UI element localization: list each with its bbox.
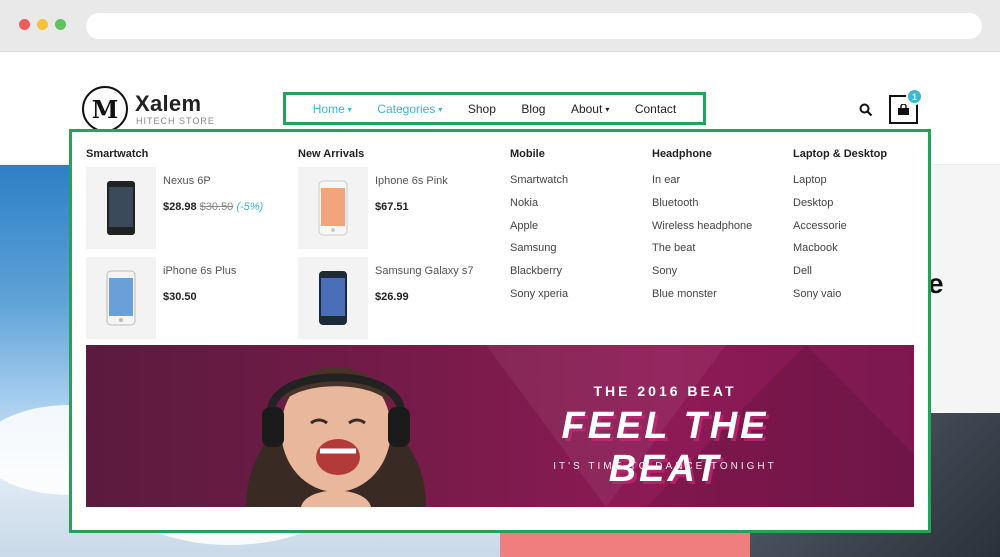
- minimize-window-icon[interactable]: [37, 19, 48, 30]
- nav-home[interactable]: Home ▾: [313, 102, 352, 116]
- nav-contact[interactable]: Contact: [635, 102, 676, 116]
- chevron-down-icon: ▾: [438, 104, 443, 114]
- address-bar[interactable]: [86, 13, 982, 39]
- cart-count-badge: 1: [906, 88, 923, 105]
- product-price: $26.99: [375, 291, 409, 303]
- column-title-headphone: Headphone: [652, 148, 712, 160]
- product-price: $28.98 $30.50 (-5%): [163, 201, 264, 213]
- nav-about[interactable]: About ▾: [571, 102, 609, 116]
- phone-icon: [319, 271, 347, 325]
- menu-link[interactable]: Samsung: [510, 240, 568, 263]
- search-icon[interactable]: [859, 103, 873, 117]
- laptop-link-list: Laptop Desktop Accessorie Macbook Dell S…: [793, 172, 847, 309]
- promo-banner[interactable]: THE 2016 BEAT FEEL THE BEAT IT'S TIME TO…: [86, 345, 914, 507]
- logo-icon[interactable]: M: [82, 86, 128, 132]
- phone-icon: [107, 181, 135, 235]
- logo-tagline: HITECH STORE: [136, 116, 215, 126]
- menu-link[interactable]: Blue monster: [652, 286, 752, 309]
- column-title-new-arrivals: New Arrivals: [298, 148, 365, 160]
- mega-menu: Smartwatch Nexus 6P $28.98 $30.50 (-5%) iP…: [69, 129, 931, 533]
- product-image-galaxy[interactable]: [298, 257, 368, 339]
- maximize-window-icon[interactable]: [55, 19, 66, 30]
- column-title-smartwatch: Smartwatch: [86, 148, 149, 160]
- menu-link[interactable]: Desktop: [793, 195, 847, 218]
- menu-link[interactable]: Wireless headphone: [652, 218, 752, 241]
- phone-icon: [318, 180, 348, 236]
- product-price: $67.51: [375, 201, 409, 213]
- close-window-icon[interactable]: [19, 19, 30, 30]
- banner-headline: FEEL THE BEAT: [561, 405, 769, 490]
- banner-person-image: [246, 367, 426, 507]
- mobile-link-list: Smartwatch Nokia Apple Samsung Blackberr…: [510, 172, 568, 309]
- menu-link[interactable]: Accessorie: [793, 218, 847, 241]
- menu-link[interactable]: Dell: [793, 263, 847, 286]
- shopping-bag-icon: [898, 103, 909, 115]
- nav-categories[interactable]: Categories ▾: [377, 102, 442, 116]
- product-name[interactable]: Iphone 6s Pink: [375, 175, 448, 187]
- menu-link[interactable]: Blackberry: [510, 263, 568, 286]
- product-name[interactable]: iPhone 6s Plus: [163, 265, 236, 277]
- nav-blog[interactable]: Blog: [521, 102, 545, 116]
- menu-link[interactable]: Sony vaio: [793, 286, 847, 309]
- menu-link[interactable]: Apple: [510, 218, 568, 241]
- product-name[interactable]: Samsung Galaxy s7: [375, 265, 473, 277]
- banner-tagline: IT'S TIME TO DANCE TONIGHT: [553, 461, 777, 472]
- column-title-mobile: Mobile: [510, 148, 545, 160]
- phone-icon: [106, 270, 136, 326]
- product-price: $30.50: [163, 291, 197, 303]
- menu-link[interactable]: Nokia: [510, 195, 568, 218]
- banner-subtitle: THE 2016 BEAT: [593, 383, 737, 399]
- logo-name[interactable]: Xalem: [135, 91, 201, 117]
- menu-link[interactable]: Laptop: [793, 172, 847, 195]
- product-image-iphone-pink[interactable]: [298, 167, 368, 249]
- menu-link[interactable]: Macbook: [793, 240, 847, 263]
- menu-link[interactable]: The beat: [652, 240, 752, 263]
- product-name[interactable]: Nexus 6P: [163, 175, 211, 187]
- column-title-laptop: Laptop & Desktop: [793, 148, 888, 160]
- product-image-nexus[interactable]: [86, 167, 156, 249]
- menu-link[interactable]: Sony: [652, 263, 752, 286]
- main-nav: Home ▾ Categories ▾ Shop Blog About ▾ Conta…: [283, 92, 706, 125]
- menu-link[interactable]: In ear: [652, 172, 752, 195]
- nav-shop[interactable]: Shop: [468, 102, 496, 116]
- chevron-down-icon: ▾: [347, 104, 352, 114]
- headphone-link-list: In ear Bluetooth Wireless headphone The …: [652, 172, 752, 309]
- menu-link[interactable]: Sony xperia: [510, 286, 568, 309]
- discount-label: (-5%): [236, 201, 264, 213]
- page: e M Xalem HITECH STORE Home ▾ Categories ▾…: [0, 53, 1000, 557]
- chevron-down-icon: ▾: [605, 104, 610, 114]
- menu-link[interactable]: Smartwatch: [510, 172, 568, 195]
- browser-chrome: [0, 0, 1000, 52]
- menu-link[interactable]: Bluetooth: [652, 195, 752, 218]
- old-price: $30.50: [199, 201, 234, 213]
- product-image-iphone-plus[interactable]: [86, 257, 156, 339]
